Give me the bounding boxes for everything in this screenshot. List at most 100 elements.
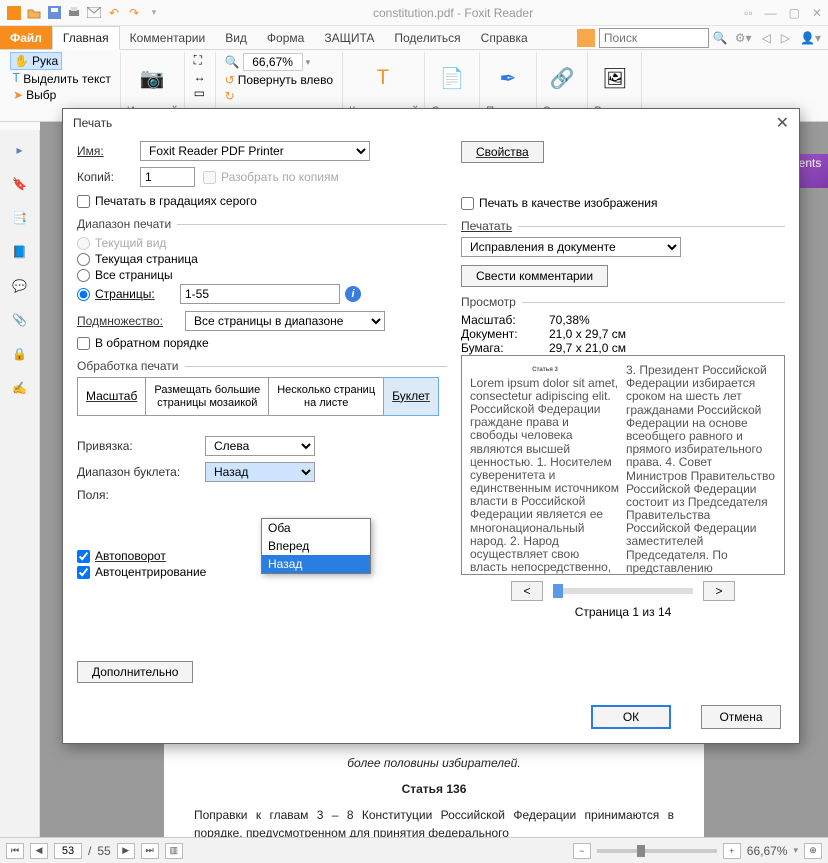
select-text-tool[interactable]: ᎢВыделить текст: [10, 70, 114, 87]
range-pages-radio[interactable]: [77, 288, 90, 301]
tab-share[interactable]: Поделиться: [384, 26, 470, 49]
page-layout-button[interactable]: ▥: [165, 843, 183, 859]
properties-button[interactable]: Свойства: [461, 141, 544, 163]
seg-multi[interactable]: Несколько страниц на листе: [269, 378, 384, 415]
signatures-icon[interactable]: ✍: [10, 378, 30, 398]
ribbon-min-icon[interactable]: ▫▫: [744, 6, 753, 20]
nav-prev-icon[interactable]: ◁: [759, 31, 774, 45]
bookmarks-icon[interactable]: 🔖: [10, 174, 30, 194]
zoom-reset-button[interactable]: ⊕: [804, 843, 822, 859]
tab-protect[interactable]: ЗАЩИТА: [314, 26, 384, 49]
nav-next-icon[interactable]: ▷: [778, 31, 793, 45]
redo-icon[interactable]: ↷: [126, 5, 142, 21]
range-pages-input[interactable]: [180, 284, 340, 304]
zoom-out-button[interactable]: −: [573, 843, 591, 859]
copies-label: Копий:: [77, 170, 132, 184]
booklet-range-select[interactable]: Назад: [205, 462, 315, 482]
flatten-button[interactable]: Свести комментарии: [461, 265, 608, 287]
gear-icon[interactable]: ⚙▾: [732, 31, 755, 45]
search-icon[interactable]: 🔍: [713, 31, 728, 45]
expand-icon[interactable]: ▸: [10, 140, 30, 160]
print-what-select[interactable]: Исправления в документе: [461, 237, 681, 257]
autorotate-checkbox[interactable]: [77, 550, 90, 563]
insert-button[interactable]: 🖼: [597, 63, 633, 95]
hand-tool[interactable]: ✋Рука: [10, 52, 62, 70]
preview-slider[interactable]: [553, 588, 693, 594]
open-icon[interactable]: [26, 5, 42, 21]
autocenter-checkbox[interactable]: [77, 566, 90, 579]
tab-help[interactable]: Справка: [471, 26, 538, 49]
fit-page-icon: ⛶: [194, 53, 202, 68]
preview-prev-button[interactable]: <: [511, 581, 543, 601]
seg-scale[interactable]: Масштаб: [78, 378, 146, 415]
security-icon[interactable]: 🔒: [10, 344, 30, 364]
quick-access-toolbar: ↶ ↷ ▾: [6, 5, 162, 21]
info-icon[interactable]: i: [345, 286, 361, 302]
sign-button[interactable]: ✒: [490, 63, 526, 95]
seg-booklet[interactable]: Буклет: [383, 377, 439, 416]
grayscale-checkbox[interactable]: [77, 195, 90, 208]
zoom-in-button[interactable]: +: [723, 843, 741, 859]
search-category-icon[interactable]: [577, 29, 595, 47]
zoom-out-icon[interactable]: 🔍: [225, 55, 240, 69]
preview-next-button[interactable]: >: [703, 581, 735, 601]
cancel-button[interactable]: Отмена: [701, 705, 781, 729]
fit-page-button[interactable]: ⛶: [191, 52, 205, 69]
binding-select[interactable]: Слева: [205, 436, 315, 456]
tab-file[interactable]: Файл: [0, 26, 52, 49]
tab-view[interactable]: Вид: [215, 26, 257, 49]
range-pages-label: Страницы:: [95, 287, 175, 301]
comment-button[interactable]: Ꭲ: [366, 63, 402, 95]
search-input[interactable]: [599, 28, 709, 48]
zoom-dd-icon[interactable]: ▾: [306, 57, 311, 68]
fit-width-button[interactable]: ↔: [191, 69, 209, 85]
advanced-button[interactable]: Дополнительно: [77, 661, 193, 683]
zoom-slider[interactable]: [597, 849, 717, 853]
undo-icon[interactable]: ↶: [106, 5, 122, 21]
links-button[interactable]: 🔗: [544, 63, 580, 95]
zoom-dropdown-icon[interactable]: ▾: [793, 845, 798, 856]
next-page-button[interactable]: ▶: [117, 843, 135, 859]
email-icon[interactable]: [86, 5, 102, 21]
tab-home[interactable]: Главная: [52, 26, 120, 50]
dialog-close-icon[interactable]: ✕: [776, 113, 789, 133]
maximize-icon[interactable]: ▢: [789, 6, 800, 20]
close-icon[interactable]: ✕: [812, 6, 822, 20]
booklet-opt-back[interactable]: Назад: [262, 555, 370, 573]
print-as-image-checkbox[interactable]: [461, 197, 474, 210]
print-icon[interactable]: [66, 5, 82, 21]
minimize-icon[interactable]: —: [765, 6, 777, 20]
comments-panel-icon[interactable]: 💬: [10, 276, 30, 296]
qat-dropdown-icon[interactable]: ▾: [146, 5, 162, 21]
tab-form[interactable]: Форма: [257, 26, 314, 49]
copies-input[interactable]: [140, 167, 195, 187]
seg-tile[interactable]: Размещать большие страницы мозаикой: [146, 378, 269, 415]
prev-page-button[interactable]: ◀: [30, 843, 48, 859]
booklet-opt-both[interactable]: Оба: [262, 519, 370, 537]
rotate-right-button[interactable]: ↻: [222, 88, 238, 104]
range-current-page-radio[interactable]: [77, 253, 90, 266]
booklet-range-label: Диапазон буклета:: [77, 465, 197, 479]
page-number-input[interactable]: [54, 843, 82, 859]
first-page-button[interactable]: ⏮: [6, 843, 24, 859]
subset-select[interactable]: Все страницы в диапазоне: [185, 311, 385, 331]
attachments-icon[interactable]: 📎: [10, 310, 30, 330]
save-icon[interactable]: [46, 5, 62, 21]
fit-visible-button[interactable]: ▭: [191, 85, 208, 101]
zoom-input[interactable]: [243, 53, 303, 71]
preview-canvas: Статья 3 Lorem ipsum dolor sit amet, con…: [461, 355, 785, 575]
booklet-opt-forward[interactable]: Вперед: [262, 537, 370, 555]
tab-comments[interactable]: Комментарии: [120, 26, 216, 49]
user-avatar-icon[interactable]: 👤▾: [797, 31, 824, 45]
printer-select[interactable]: Foxit Reader PDF Printer: [140, 141, 370, 161]
create-button[interactable]: 📄: [434, 63, 470, 95]
last-page-button[interactable]: ⏭: [141, 843, 159, 859]
select-annot-tool[interactable]: ➤Выбр: [10, 87, 59, 103]
pages-panel-icon[interactable]: 📑: [10, 208, 30, 228]
snapshot-button[interactable]: 📷: [134, 63, 170, 95]
rotate-left-button[interactable]: ↺Повернуть влево: [222, 72, 336, 88]
layers-icon[interactable]: 📘: [10, 242, 30, 262]
range-all-pages-radio[interactable]: [77, 269, 90, 282]
ok-button[interactable]: ОК: [591, 705, 671, 729]
reverse-checkbox[interactable]: [77, 337, 90, 350]
